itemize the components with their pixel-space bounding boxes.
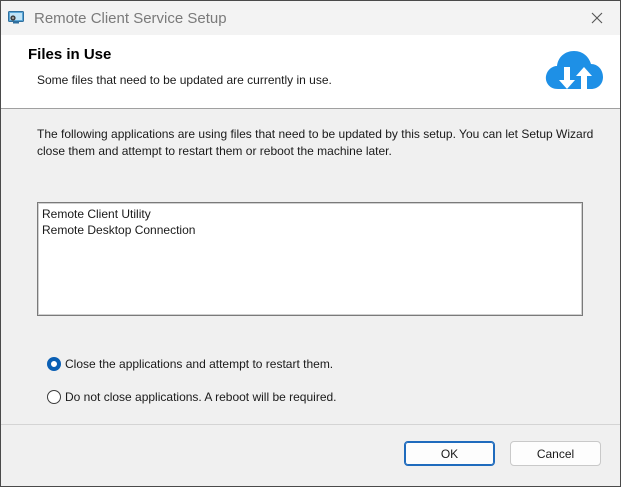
setup-dialog: Remote Client Service Setup Files in Use… [0, 0, 621, 487]
page-title: Files in Use [28, 46, 112, 63]
option-label: Close the applications and attempt to re… [65, 357, 334, 371]
ok-button[interactable]: OK [404, 441, 495, 466]
close-button[interactable] [574, 1, 620, 35]
option-close-applications[interactable]: Close the applications and attempt to re… [47, 355, 333, 373]
option-do-not-close[interactable]: Do not close applications. A reboot will… [47, 388, 337, 406]
cloud-sync-icon [545, 51, 603, 89]
description-text: The following applications are using fil… [37, 127, 594, 158]
close-icon [591, 12, 603, 24]
window-title: Remote Client Service Setup [34, 10, 227, 27]
applications-list[interactable]: Remote Client Utility Remote Desktop Con… [37, 202, 583, 316]
list-item[interactable]: Remote Desktop Connection [42, 222, 578, 238]
radio-button-selected[interactable] [47, 357, 61, 371]
banner-divider [1, 108, 620, 109]
list-item[interactable]: Remote Client Utility [42, 206, 578, 222]
title-bar[interactable]: Remote Client Service Setup [1, 1, 620, 35]
app-icon [8, 11, 24, 24]
radio-button-unselected[interactable] [47, 390, 61, 404]
footer-divider [1, 424, 620, 425]
page-subtitle: Some files that need to be updated are c… [37, 73, 332, 87]
header-banner: Files in Use Some files that need to be … [1, 35, 620, 108]
option-label: Do not close applications. A reboot will… [65, 390, 337, 404]
cancel-button[interactable]: Cancel [510, 441, 601, 466]
